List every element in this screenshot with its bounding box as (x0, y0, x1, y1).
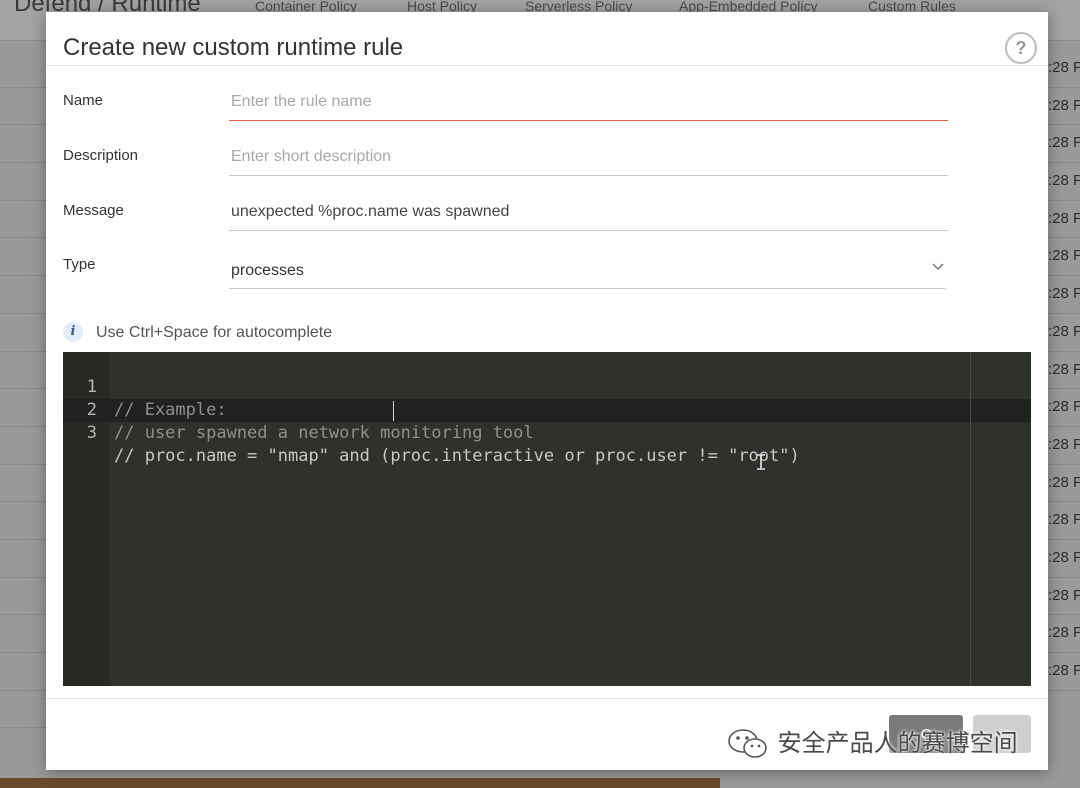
type-select-value: processes (231, 262, 304, 279)
table-row: :28 P (1048, 276, 1080, 314)
code-line[interactable]: 1 // Example: (63, 353, 1031, 420)
background-table-times: :28 P :28 P :28 P :28 P :28 P :28 P :28 … (1048, 50, 1080, 691)
description-input[interactable] (229, 139, 948, 176)
table-row: :28 P (1048, 427, 1080, 465)
ibeam-cursor-icon (757, 454, 765, 470)
background-bottom-strip (0, 778, 720, 788)
title-divider (46, 65, 1048, 66)
watermark-text: 安全产品人的赛博空间 (777, 729, 1018, 757)
table-row: :28 P (1048, 163, 1080, 201)
type-label: Type (63, 256, 96, 273)
line-number: 3 (86, 423, 97, 443)
message-input[interactable] (229, 194, 948, 231)
message-label: Message (63, 202, 124, 219)
table-row: :28 P (1048, 578, 1080, 616)
code-line[interactable]: 2 // user spawned a network monitoring t… (63, 376, 1031, 443)
name-label: Name (63, 92, 104, 109)
help-icon[interactable]: ? (1005, 32, 1037, 64)
create-rule-dialog: Create new custom runtime rule ? Name De… (46, 12, 1048, 770)
table-row: :28 P (1048, 238, 1080, 277)
type-select[interactable]: processes (229, 252, 946, 289)
table-row: :28 P (1048, 615, 1080, 653)
rule-code-editor[interactable]: 1 // Example: 2 // user spawned a networ… (63, 352, 1031, 686)
background-table-left (0, 50, 46, 729)
table-row: :28 P (1048, 465, 1080, 503)
dialog-title: Create new custom runtime rule (63, 34, 404, 61)
table-row: :28 P (1048, 50, 1080, 88)
table-row: :28 P (1048, 389, 1080, 427)
code-line[interactable]: 3 // proc.name = "nmap" and (proc.intera… (63, 399, 1031, 466)
text-caret (393, 401, 394, 421)
table-row: :28 P (1048, 540, 1080, 578)
info-icon: i (63, 322, 83, 342)
footer-divider (46, 698, 1048, 699)
table-row: :28 P (1048, 88, 1080, 126)
chevron-down-icon (932, 263, 944, 271)
line-code: // proc.name = "nmap" and (proc.interact… (114, 446, 800, 466)
table-row: :28 P (1048, 352, 1080, 390)
table-row: :28 P (1048, 502, 1080, 540)
description-label: Description (63, 147, 139, 164)
table-row: :28 P (1048, 125, 1080, 164)
table-row: :28 P (1048, 653, 1080, 691)
table-row: :28 P (1048, 314, 1080, 352)
autocomplete-hint-text: Use Ctrl+Space for autocomplete (96, 324, 333, 341)
table-row: :28 P (1048, 201, 1080, 239)
line-code: // user spawned a network monitoring too… (114, 423, 534, 443)
rule-name-input[interactable] (229, 84, 948, 121)
watermark: 安全产品人的赛博空间 (726, 723, 1018, 758)
wechat-icon (728, 729, 767, 758)
